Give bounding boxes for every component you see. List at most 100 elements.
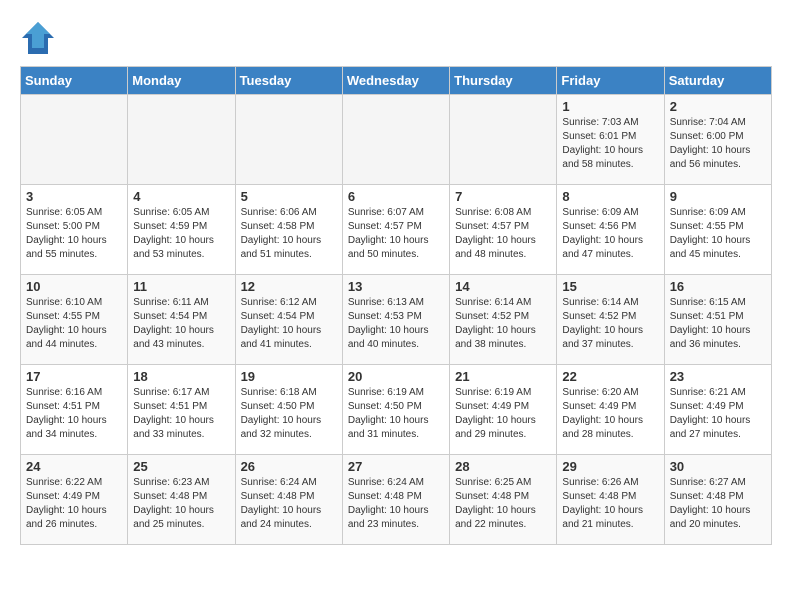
day-info: Sunrise: 6:05 AM Sunset: 5:00 PM Dayligh… [26,206,122,262]
day-number: 11 [133,279,229,294]
calendar-cell: 22 Sunrise: 6:20 AM Sunset: 4:49 PM Dayli… [557,365,664,455]
day-number: 7 [455,189,551,204]
weekday-tuesday: Tuesday [235,67,342,95]
day-number: 29 [562,459,658,474]
weekday-friday: Friday [557,67,664,95]
day-info: Sunrise: 6:24 AM Sunset: 4:48 PM Dayligh… [241,476,337,532]
day-info: Sunrise: 6:13 AM Sunset: 4:53 PM Dayligh… [348,296,444,352]
day-info: Sunrise: 6:14 AM Sunset: 4:52 PM Dayligh… [455,296,551,352]
day-number: 2 [670,99,766,114]
day-info: Sunrise: 6:24 AM Sunset: 4:48 PM Dayligh… [348,476,444,532]
day-info: Sunrise: 6:17 AM Sunset: 4:51 PM Dayligh… [133,386,229,442]
day-info: Sunrise: 6:06 AM Sunset: 4:58 PM Dayligh… [241,206,337,262]
day-number: 14 [455,279,551,294]
day-number: 28 [455,459,551,474]
calendar-cell: 1 Sunrise: 7:03 AM Sunset: 6:01 PM Daylig… [557,95,664,185]
calendar-cell: 3 Sunrise: 6:05 AM Sunset: 5:00 PM Daylig… [21,185,128,275]
day-number: 10 [26,279,122,294]
day-info: Sunrise: 6:18 AM Sunset: 4:50 PM Dayligh… [241,386,337,442]
day-number: 30 [670,459,766,474]
day-number: 16 [670,279,766,294]
day-number: 27 [348,459,444,474]
day-number: 17 [26,369,122,384]
calendar-cell: 8 Sunrise: 6:09 AM Sunset: 4:56 PM Daylig… [557,185,664,275]
day-number: 13 [348,279,444,294]
day-info: Sunrise: 6:14 AM Sunset: 4:52 PM Dayligh… [562,296,658,352]
day-number: 4 [133,189,229,204]
calendar-cell: 2 Sunrise: 7:04 AM Sunset: 6:00 PM Daylig… [664,95,771,185]
day-info: Sunrise: 6:16 AM Sunset: 4:51 PM Dayligh… [26,386,122,442]
day-info: Sunrise: 6:19 AM Sunset: 4:49 PM Dayligh… [455,386,551,442]
day-info: Sunrise: 6:25 AM Sunset: 4:48 PM Dayligh… [455,476,551,532]
day-number: 6 [348,189,444,204]
day-info: Sunrise: 6:26 AM Sunset: 4:48 PM Dayligh… [562,476,658,532]
logo [20,20,62,56]
day-number: 20 [348,369,444,384]
day-number: 22 [562,369,658,384]
weekday-wednesday: Wednesday [342,67,449,95]
calendar-cell [450,95,557,185]
day-number: 21 [455,369,551,384]
day-info: Sunrise: 6:15 AM Sunset: 4:51 PM Dayligh… [670,296,766,352]
day-info: Sunrise: 6:09 AM Sunset: 4:55 PM Dayligh… [670,206,766,262]
day-number: 3 [26,189,122,204]
day-info: Sunrise: 6:21 AM Sunset: 4:49 PM Dayligh… [670,386,766,442]
day-number: 24 [26,459,122,474]
calendar-cell: 10 Sunrise: 6:10 AM Sunset: 4:55 PM Dayli… [21,275,128,365]
day-number: 12 [241,279,337,294]
calendar-cell: 12 Sunrise: 6:12 AM Sunset: 4:54 PM Dayli… [235,275,342,365]
calendar-cell: 13 Sunrise: 6:13 AM Sunset: 4:53 PM Dayli… [342,275,449,365]
calendar-cell: 23 Sunrise: 6:21 AM Sunset: 4:49 PM Dayli… [664,365,771,455]
day-info: Sunrise: 7:03 AM Sunset: 6:01 PM Dayligh… [562,116,658,172]
calendar-cell: 15Sunrise: 6:14 AM Sunset: 4:52 PM Dayli… [557,275,664,365]
day-info: Sunrise: 6:20 AM Sunset: 4:49 PM Dayligh… [562,386,658,442]
day-number: 18 [133,369,229,384]
calendar-cell: 17 Sunrise: 6:16 AM Sunset: 4:51 PM Dayli… [21,365,128,455]
weekday-sunday: Sunday [21,67,128,95]
calendar-cell: 18 Sunrise: 6:17 AM Sunset: 4:51 PM Dayli… [128,365,235,455]
calendar-cell [235,95,342,185]
header [20,20,772,56]
day-info: Sunrise: 7:04 AM Sunset: 6:00 PM Dayligh… [670,116,766,172]
calendar-cell: 11 Sunrise: 6:11 AM Sunset: 4:54 PM Dayli… [128,275,235,365]
weekday-monday: Monday [128,67,235,95]
day-number: 25 [133,459,229,474]
day-info: Sunrise: 6:22 AM Sunset: 4:49 PM Dayligh… [26,476,122,532]
day-info: Sunrise: 6:23 AM Sunset: 4:48 PM Dayligh… [133,476,229,532]
calendar-header: SundayMondayTuesdayWednesdayThursdayFrid… [21,67,772,95]
day-number: 8 [562,189,658,204]
calendar-cell: 27 Sunrise: 6:24 AM Sunset: 4:48 PM Dayli… [342,455,449,545]
calendar-cell: 30 Sunrise: 6:27 AM Sunset: 4:48 PM Dayli… [664,455,771,545]
day-number: 23 [670,369,766,384]
calendar-cell [128,95,235,185]
calendar-cell: 6 Sunrise: 6:07 AM Sunset: 4:57 PM Daylig… [342,185,449,275]
day-info: Sunrise: 6:19 AM Sunset: 4:50 PM Dayligh… [348,386,444,442]
calendar-cell: 9 Sunrise: 6:09 AM Sunset: 4:55 PM Daylig… [664,185,771,275]
logo-icon [20,20,56,56]
calendar-cell: 7 Sunrise: 6:08 AM Sunset: 4:57 PM Daylig… [450,185,557,275]
day-number: 26 [241,459,337,474]
calendar-cell: 25 Sunrise: 6:23 AM Sunset: 4:48 PM Dayli… [128,455,235,545]
day-number: 9 [670,189,766,204]
calendar-cell: 24 Sunrise: 6:22 AM Sunset: 4:49 PM Dayli… [21,455,128,545]
weekday-thursday: Thursday [450,67,557,95]
day-info: Sunrise: 6:11 AM Sunset: 4:54 PM Dayligh… [133,296,229,352]
calendar-cell: 16 Sunrise: 6:15 AM Sunset: 4:51 PM Dayli… [664,275,771,365]
day-info: Sunrise: 6:08 AM Sunset: 4:57 PM Dayligh… [455,206,551,262]
day-info: Sunrise: 6:05 AM Sunset: 4:59 PM Dayligh… [133,206,229,262]
day-info: Sunrise: 6:12 AM Sunset: 4:54 PM Dayligh… [241,296,337,352]
weekday-saturday: Saturday [664,67,771,95]
day-info: Sunrise: 6:07 AM Sunset: 4:57 PM Dayligh… [348,206,444,262]
day-number: 5 [241,189,337,204]
calendar-cell: 5 Sunrise: 6:06 AM Sunset: 4:58 PM Daylig… [235,185,342,275]
calendar-cell: 26 Sunrise: 6:24 AM Sunset: 4:48 PM Dayli… [235,455,342,545]
day-info: Sunrise: 6:09 AM Sunset: 4:56 PM Dayligh… [562,206,658,262]
day-number: 19 [241,369,337,384]
day-info: Sunrise: 6:27 AM Sunset: 4:48 PM Dayligh… [670,476,766,532]
day-info: Sunrise: 6:10 AM Sunset: 4:55 PM Dayligh… [26,296,122,352]
calendar-cell [342,95,449,185]
calendar-cell: 28 Sunrise: 6:25 AM Sunset: 4:48 PM Dayli… [450,455,557,545]
calendar-cell: 14 Sunrise: 6:14 AM Sunset: 4:52 PM Dayli… [450,275,557,365]
calendar-cell [21,95,128,185]
day-number: 1 [562,99,658,114]
